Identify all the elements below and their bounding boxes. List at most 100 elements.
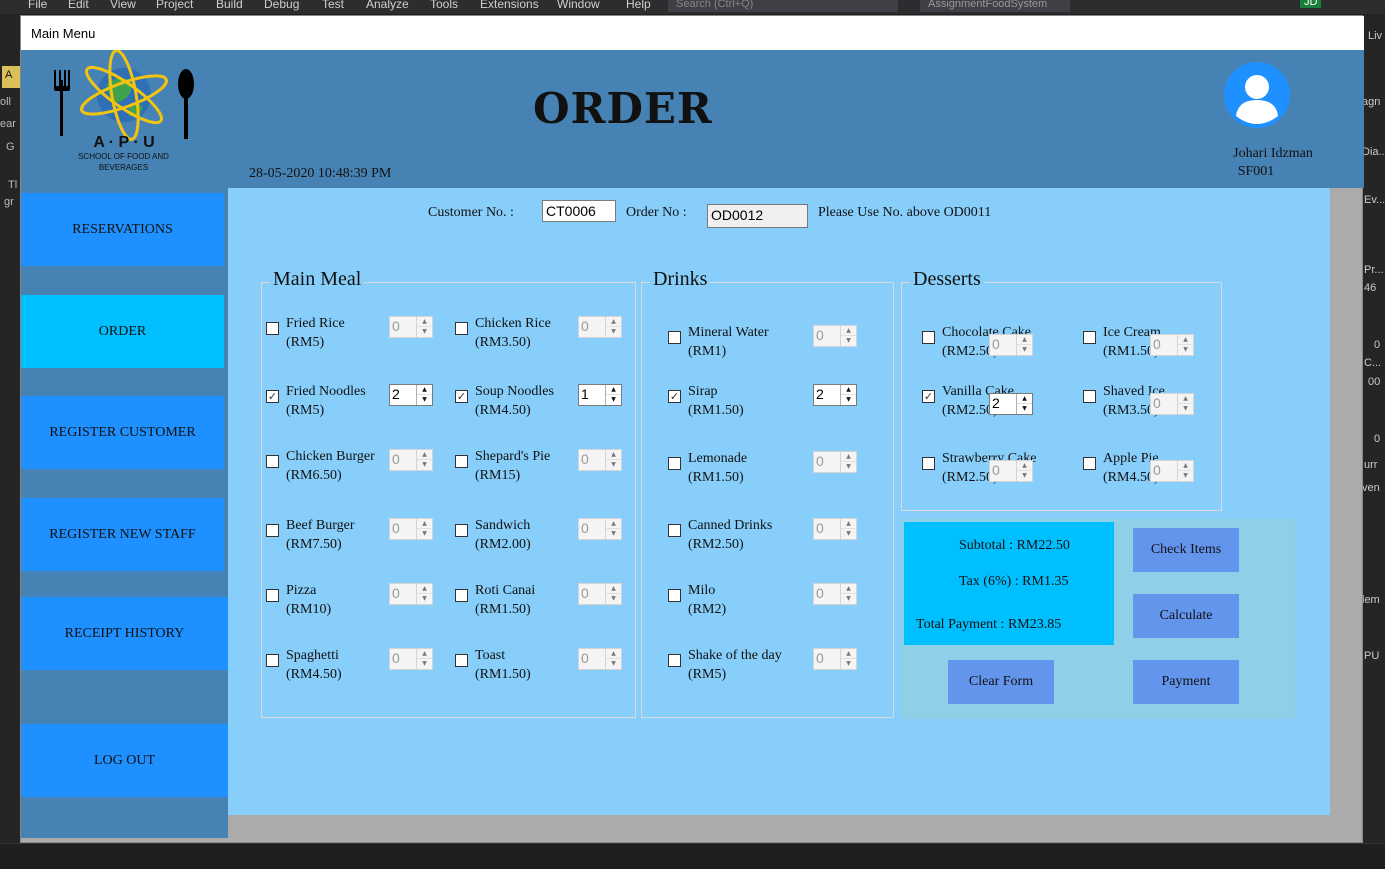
checkbox-toast[interactable] bbox=[455, 654, 468, 667]
stepper-up-icon[interactable]: ▲ bbox=[606, 519, 621, 529]
checkbox-mineral-water[interactable] bbox=[668, 331, 681, 344]
nav-reservations-button[interactable]: RESERVATIONS bbox=[21, 193, 224, 266]
stepper-down-icon[interactable]: ▼ bbox=[1017, 471, 1032, 481]
stepper-down-icon[interactable]: ▼ bbox=[606, 529, 621, 539]
quantity-stepper-sandwich[interactable]: 0 ▲ ▼ bbox=[578, 518, 622, 540]
calculate-button[interactable]: Calculate bbox=[1133, 594, 1239, 638]
stepper-up-icon[interactable]: ▲ bbox=[1017, 394, 1032, 404]
checkbox-spaghetti[interactable] bbox=[266, 654, 279, 667]
ide-menu-analyze[interactable]: Analyze bbox=[366, 0, 409, 11]
stepper-up-icon[interactable]: ▲ bbox=[606, 649, 621, 659]
stepper-down-icon[interactable]: ▼ bbox=[1178, 345, 1193, 355]
stepper-down-icon[interactable]: ▼ bbox=[606, 659, 621, 669]
quantity-stepper-shepard-s-pie[interactable]: 0 ▲ ▼ bbox=[578, 449, 622, 471]
quantity-stepper-fried-rice[interactable]: 0 ▲ ▼ bbox=[389, 316, 433, 338]
stepper-down-icon[interactable]: ▼ bbox=[606, 395, 621, 405]
checkbox-milo[interactable] bbox=[668, 589, 681, 602]
ide-menu-tools[interactable]: Tools bbox=[430, 0, 458, 11]
payment-button[interactable]: Payment bbox=[1133, 660, 1239, 704]
quantity-stepper-lemonade[interactable]: 0 ▲ ▼ bbox=[813, 451, 857, 473]
stepper-down-icon[interactable]: ▼ bbox=[1017, 345, 1032, 355]
stepper-up-icon[interactable]: ▲ bbox=[417, 649, 432, 659]
stepper-up-icon[interactable]: ▲ bbox=[1017, 335, 1032, 345]
window-titlebar[interactable]: Main Menu bbox=[21, 16, 1364, 50]
ide-menu-test[interactable]: Test bbox=[322, 0, 344, 11]
stepper-down-icon[interactable]: ▼ bbox=[417, 529, 432, 539]
quantity-stepper-mineral-water[interactable]: 0 ▲ ▼ bbox=[813, 325, 857, 347]
checkbox-strawberry-cake[interactable] bbox=[922, 457, 935, 470]
quantity-stepper-spaghetti[interactable]: 0 ▲ ▼ bbox=[389, 648, 433, 670]
checkbox-shake-of-the-day[interactable] bbox=[668, 654, 681, 667]
checkbox-fried-rice[interactable] bbox=[266, 322, 279, 335]
checkbox-chocolate-cake[interactable] bbox=[922, 331, 935, 344]
checkbox-fried-noodles[interactable]: ✓ bbox=[266, 390, 279, 403]
stepper-up-icon[interactable]: ▲ bbox=[417, 450, 432, 460]
checkbox-ice-cream[interactable] bbox=[1083, 331, 1096, 344]
stepper-up-icon[interactable]: ▲ bbox=[1178, 394, 1193, 404]
order-no-input[interactable]: OD0012 bbox=[707, 204, 808, 228]
check-items-button[interactable]: Check Items bbox=[1133, 528, 1239, 572]
stepper-up-icon[interactable]: ▲ bbox=[1178, 461, 1193, 471]
stepper-down-icon[interactable]: ▼ bbox=[841, 395, 856, 405]
ide-menu-debug[interactable]: Debug bbox=[264, 0, 299, 11]
stepper-up-icon[interactable]: ▲ bbox=[606, 450, 621, 460]
quantity-stepper-chicken-burger[interactable]: 0 ▲ ▼ bbox=[389, 449, 433, 471]
ide-menu-project[interactable]: Project bbox=[156, 0, 193, 11]
quantity-stepper-ice-cream[interactable]: 0 ▲ ▼ bbox=[1150, 334, 1194, 356]
stepper-down-icon[interactable]: ▼ bbox=[1017, 404, 1032, 414]
stepper-down-icon[interactable]: ▼ bbox=[1178, 471, 1193, 481]
ide-menu-extensions[interactable]: Extensions bbox=[480, 0, 539, 11]
checkbox-chicken-rice[interactable] bbox=[455, 322, 468, 335]
stepper-down-icon[interactable]: ▼ bbox=[841, 462, 856, 472]
stepper-up-icon[interactable]: ▲ bbox=[606, 385, 621, 395]
checkbox-shepard-s-pie[interactable] bbox=[455, 455, 468, 468]
stepper-down-icon[interactable]: ▼ bbox=[417, 460, 432, 470]
checkbox-sirap[interactable]: ✓ bbox=[668, 390, 681, 403]
nav-register-staff-button[interactable]: REGISTER NEW STAFF bbox=[21, 498, 224, 571]
quantity-stepper-vanilla-cake[interactable]: 2 ▲ ▼ bbox=[989, 393, 1033, 415]
stepper-down-icon[interactable]: ▼ bbox=[841, 529, 856, 539]
ide-menu-window[interactable]: Window bbox=[557, 0, 600, 11]
stepper-up-icon[interactable]: ▲ bbox=[841, 584, 856, 594]
quantity-stepper-strawberry-cake[interactable]: 0 ▲ ▼ bbox=[989, 460, 1033, 482]
stepper-up-icon[interactable]: ▲ bbox=[841, 519, 856, 529]
checkbox-lemonade[interactable] bbox=[668, 457, 681, 470]
quantity-stepper-sirap[interactable]: 2 ▲ ▼ bbox=[813, 384, 857, 406]
quantity-stepper-apple-pie[interactable]: 0 ▲ ▼ bbox=[1150, 460, 1194, 482]
quantity-stepper-canned-drinks[interactable]: 0 ▲ ▼ bbox=[813, 518, 857, 540]
stepper-down-icon[interactable]: ▼ bbox=[841, 594, 856, 604]
stepper-up-icon[interactable]: ▲ bbox=[417, 385, 432, 395]
ide-menu-file[interactable]: File bbox=[28, 0, 47, 11]
nav-order-button[interactable]: ORDER bbox=[21, 295, 224, 368]
stepper-up-icon[interactable]: ▲ bbox=[841, 385, 856, 395]
stepper-up-icon[interactable]: ▲ bbox=[841, 649, 856, 659]
ide-menu-view[interactable]: View bbox=[110, 0, 136, 11]
stepper-down-icon[interactable]: ▼ bbox=[841, 659, 856, 669]
ide-menu-build[interactable]: Build bbox=[216, 0, 243, 11]
customer-no-input[interactable]: CT0006 bbox=[542, 200, 616, 222]
checkbox-beef-burger[interactable] bbox=[266, 524, 279, 537]
checkbox-chicken-burger[interactable] bbox=[266, 455, 279, 468]
quantity-stepper-chicken-rice[interactable]: 0 ▲ ▼ bbox=[578, 316, 622, 338]
stepper-up-icon[interactable]: ▲ bbox=[606, 584, 621, 594]
stepper-down-icon[interactable]: ▼ bbox=[417, 395, 432, 405]
quantity-stepper-beef-burger[interactable]: 0 ▲ ▼ bbox=[389, 518, 433, 540]
stepper-up-icon[interactable]: ▲ bbox=[417, 584, 432, 594]
checkbox-apple-pie[interactable] bbox=[1083, 457, 1096, 470]
checkbox-roti-canai[interactable] bbox=[455, 589, 468, 602]
quantity-stepper-chocolate-cake[interactable]: 0 ▲ ▼ bbox=[989, 334, 1033, 356]
quantity-stepper-shaved-ice[interactable]: 0 ▲ ▼ bbox=[1150, 393, 1194, 415]
checkbox-soup-noodles[interactable]: ✓ bbox=[455, 390, 468, 403]
stepper-down-icon[interactable]: ▼ bbox=[417, 594, 432, 604]
ide-user-badge[interactable]: JD bbox=[1300, 0, 1322, 8]
nav-register-customer-button[interactable]: REGISTER CUSTOMER bbox=[21, 396, 224, 469]
stepper-down-icon[interactable]: ▼ bbox=[1178, 404, 1193, 414]
stepper-down-icon[interactable]: ▼ bbox=[606, 327, 621, 337]
stepper-down-icon[interactable]: ▼ bbox=[841, 336, 856, 346]
checkbox-shaved-ice[interactable] bbox=[1083, 390, 1096, 403]
nav-receipt-history-button[interactable]: RECEIPT HISTORY bbox=[21, 597, 228, 670]
stepper-down-icon[interactable]: ▼ bbox=[417, 659, 432, 669]
stepper-up-icon[interactable]: ▲ bbox=[1017, 461, 1032, 471]
stepper-up-icon[interactable]: ▲ bbox=[417, 519, 432, 529]
stepper-up-icon[interactable]: ▲ bbox=[606, 317, 621, 327]
